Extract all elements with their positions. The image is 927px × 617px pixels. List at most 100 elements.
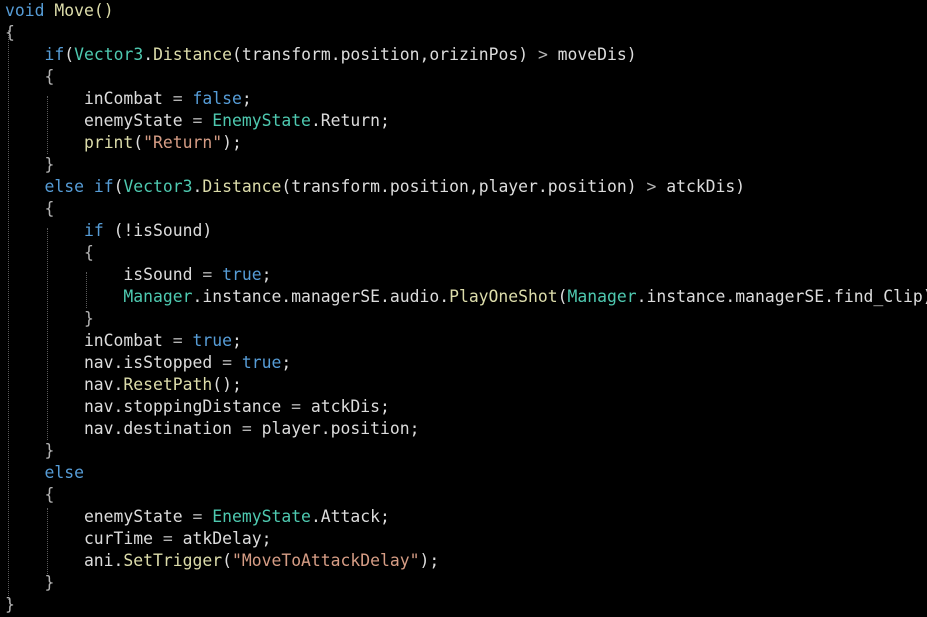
code-token: > (537, 45, 548, 64)
code-line[interactable]: { (5, 22, 15, 44)
code-token: { (5, 23, 15, 42)
code-line[interactable]: nav.ResetPath(); (5, 374, 242, 396)
code-token: Vector3 (74, 45, 144, 64)
code-token: > (646, 177, 657, 196)
code-line[interactable]: if(Vector3.Distance(transform.position,o… (5, 44, 637, 66)
code-token: EnemyState (212, 111, 311, 130)
code-token: Distance (202, 177, 282, 196)
code-token: . (192, 177, 203, 196)
code-line[interactable]: } (5, 440, 54, 462)
code-token: ( (133, 133, 144, 152)
code-line[interactable]: void Move() (5, 0, 114, 22)
code-token: inCombat (5, 331, 173, 350)
code-token: ( (222, 551, 232, 570)
code-token: = (291, 397, 302, 416)
code-token: else (44, 463, 84, 482)
code-editor[interactable]: void Move(){ if(Vector3.Distance(transfo… (0, 0, 927, 617)
code-token: ( (113, 177, 124, 196)
code-line[interactable]: } (5, 594, 15, 616)
code-token: ; (241, 89, 252, 108)
code-token: { (44, 67, 55, 86)
code-token: { (44, 485, 55, 504)
code-token: nav.stoppingDistance (5, 397, 292, 416)
code-token: Manager (123, 287, 193, 306)
code-line[interactable]: } (5, 308, 94, 330)
code-token: void (5, 1, 45, 20)
code-token: } (83, 309, 94, 328)
code-token: .instance.managerSE.find_Clip); (636, 287, 927, 306)
code-token: enemyState (5, 111, 193, 130)
code-line[interactable]: { (5, 242, 94, 264)
code-line[interactable]: enemyState = EnemyState.Attack; (5, 506, 390, 528)
code-line[interactable]: } (5, 572, 54, 594)
code-token: PlayOneShot (449, 287, 558, 306)
code-line[interactable]: isSound = true; (5, 264, 271, 286)
code-line[interactable]: nav.isStopped = true; (5, 352, 291, 374)
code-token: if (44, 45, 65, 64)
code-token: atckDis; (301, 397, 390, 416)
code-line[interactable]: nav.destination = player.position; (5, 418, 420, 440)
code-line[interactable]: } (5, 154, 54, 176)
code-token: } (44, 155, 55, 174)
code-token: atkDelay; (172, 529, 272, 548)
code-token: } (44, 573, 55, 592)
code-token: (!isSound) (103, 221, 213, 240)
code-line[interactable]: { (5, 198, 54, 220)
code-token: isSound (5, 265, 203, 284)
code-token: (); (212, 375, 242, 394)
code-token: .Return; (310, 111, 390, 130)
code-line[interactable]: inCombat = true; (5, 330, 242, 352)
code-token: = (241, 419, 252, 438)
code-token: ; (281, 353, 292, 372)
code-line[interactable]: print("Return"); (5, 132, 242, 154)
code-token: { (44, 199, 55, 218)
code-token: = (192, 507, 203, 526)
code-token: Manager (567, 287, 637, 306)
code-token: print (83, 133, 134, 152)
code-line[interactable]: ani.SetTrigger("MoveToAttackDelay"); (5, 550, 439, 572)
code-token: "Return" (143, 133, 223, 152)
code-line[interactable]: enemyState = EnemyState.Return; (5, 110, 390, 132)
code-token: } (5, 595, 15, 614)
code-token: = (172, 89, 183, 108)
code-line[interactable]: nav.stoppingDistance = atckDis; (5, 396, 390, 418)
code-line[interactable]: Manager.instance.managerSE.audio.PlayOne… (5, 286, 927, 308)
code-line[interactable]: else if(Vector3.Distance(transform.posit… (5, 176, 745, 198)
code-token: } (44, 441, 55, 460)
code-token: . (143, 45, 154, 64)
code-token: SetTrigger (123, 551, 223, 570)
code-line[interactable]: inCombat = false; (5, 88, 252, 110)
code-line[interactable]: else (5, 462, 84, 484)
code-token: moveDis) (547, 45, 637, 64)
code-token: enemyState (5, 507, 193, 526)
code-token: .Attack; (310, 507, 390, 526)
code-token: ( (557, 287, 568, 306)
code-line[interactable]: { (5, 484, 54, 506)
code-token: nav.isStopped (5, 353, 223, 372)
code-token: = (172, 331, 183, 350)
code-token: if (83, 221, 104, 240)
code-token: nav. (5, 375, 124, 394)
code-line[interactable]: if (!isSound) (5, 220, 212, 242)
code-line[interactable]: { (5, 66, 54, 88)
code-token: inCombat (5, 89, 173, 108)
code-line[interactable]: curTime = atkDelay; (5, 528, 272, 550)
